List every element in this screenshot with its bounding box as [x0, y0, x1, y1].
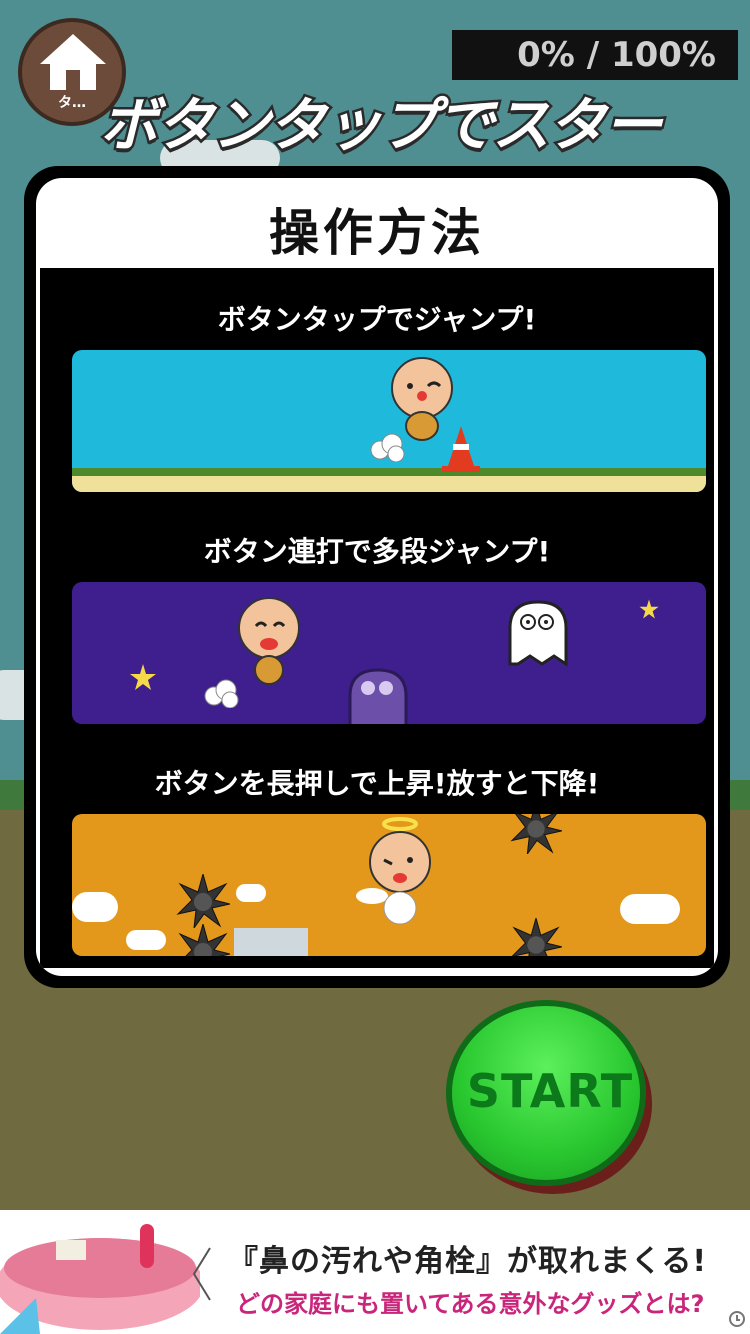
- instructions-panel: 操作方法 ボタンタップでジャンプ! ボタン連打で多段ジャンプ! ボタンを長押しで…: [24, 166, 730, 988]
- chevron-left-icon: [192, 1247, 211, 1301]
- ad-headline: 『鼻の汚れや角栓』が取れまくる!: [228, 1244, 708, 1279]
- white-ghost-icon: [508, 600, 568, 667]
- ad-info-icon[interactable]: [728, 1310, 746, 1328]
- spike-ball-icon: [510, 814, 562, 854]
- ad-subheadline: どの家庭にも置いてある意外なグッズとは?: [236, 1290, 705, 1318]
- panel-title: 操作方法: [269, 204, 485, 262]
- ad-banner[interactable]: 『鼻の汚れや角栓』が取れまくる! どの家庭にも置いてある意外なグッズとは?: [0, 1214, 750, 1334]
- angel-grandpa-icon: [356, 817, 431, 925]
- jump-demo-scene: [72, 350, 706, 492]
- multi-jump-demo-scene: [72, 582, 706, 724]
- instruction-caption-2: ボタン連打で多段ジャンプ!: [203, 535, 551, 568]
- star-icon: [639, 599, 659, 619]
- star-icon: [130, 664, 156, 690]
- instruction-caption-1: ボタンタップでジャンプ!: [217, 303, 537, 336]
- instructions-panel-inner: 操作方法 ボタンタップでジャンプ! ボタン連打で多段ジャンプ! ボタンを長押しで…: [36, 178, 718, 976]
- spike-ball-icon: [511, 918, 562, 956]
- spike-ball-icon: [176, 874, 230, 928]
- purple-ghost-icon: [348, 668, 408, 724]
- dust-cloud-icon: [204, 679, 239, 708]
- start-label: START: [466, 1064, 634, 1118]
- start-button[interactable]: START: [446, 1000, 654, 1200]
- instruction-caption-3: ボタンを長押しで上昇!放すと下降!: [154, 767, 600, 800]
- traffic-cone-icon: [442, 426, 480, 472]
- spike-ball-icon: [178, 924, 230, 956]
- progress-indicator: 0% / 100%: [452, 30, 738, 80]
- dust-cloud-icon: [370, 433, 405, 462]
- panel-body: ボタンタップでジャンプ! ボタン連打で多段ジャンプ! ボタンを長押しで上昇!放す…: [40, 268, 714, 968]
- grandpa-character-icon: [238, 597, 300, 685]
- hover-demo-scene: [72, 814, 706, 956]
- ad-product-image: [0, 1224, 200, 1334]
